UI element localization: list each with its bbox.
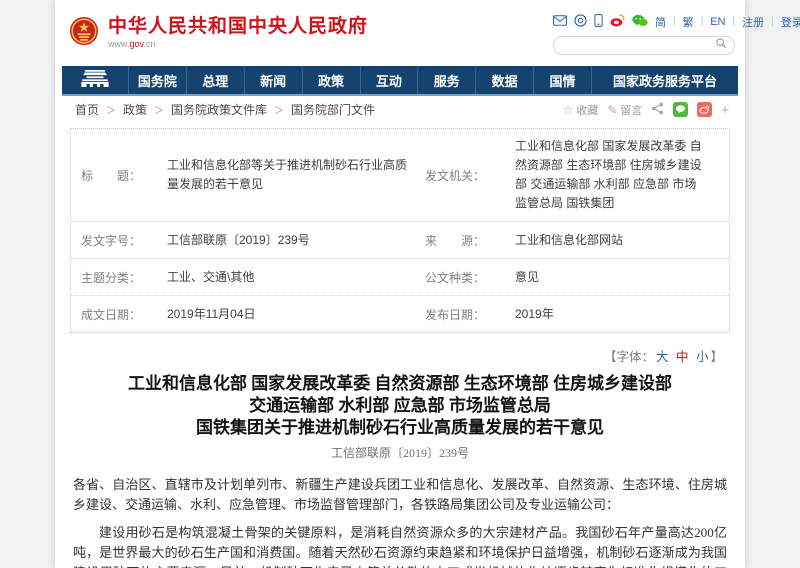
header-right: 简| 繁| EN| 注册| 登录	[553, 12, 735, 55]
lang-traditional-link[interactable]: 繁	[683, 14, 694, 30]
breadcrumb-separator: ＞	[106, 102, 116, 117]
divider: |	[673, 16, 676, 27]
breadcrumb-separator: ＞	[274, 102, 284, 117]
document-title-line2: 交通运输部 水利部 应急部 市场监管总局	[73, 395, 727, 417]
divider: |	[701, 16, 704, 27]
star-icon: ☆	[563, 103, 574, 117]
nav-item-data[interactable]: 数据	[475, 66, 533, 94]
site-identity: 中华人民共和国中央人民政府 www.gov.cn	[108, 17, 368, 49]
meta-row-doc-number: 发文字号： 工信部联原〔2019〕239号 来 源： 工业和信息化部网站	[71, 222, 729, 259]
site-url: www.gov.cn	[108, 39, 368, 49]
meta-label-written-date: 成文日期：	[81, 306, 167, 323]
divider: |	[733, 16, 736, 27]
font-selector-suffix: 】	[710, 350, 723, 364]
register-link[interactable]: 注册	[742, 14, 764, 30]
search-input[interactable]	[561, 38, 716, 52]
page-card: 中华人民共和国中央人民政府 www.gov.cn	[55, 0, 745, 568]
nav-item-state-council[interactable]: 国务院	[128, 66, 186, 94]
article-body: 工业和信息化部 国家发展改革委 自然资源部 生态环境部 住房城乡建设部 交通运输…	[73, 373, 727, 568]
paragraph-introduction: 建设用砂石是构筑混凝土骨架的关键原料，是消耗自然资源众多的大宗建材产品。我国砂石…	[73, 523, 727, 568]
nav-item-gov-service-platform[interactable]: 国家政务服务平台	[591, 66, 738, 94]
meta-value-written-date: 2019年11月04日	[167, 305, 425, 324]
breadcrumb-department-documents: 国务院部门文件	[291, 101, 375, 118]
breadcrumb-policy-library[interactable]: 国务院政策文件库	[171, 101, 267, 118]
tiananmen-icon	[78, 69, 112, 91]
site-header: 中华人民共和国中央人民政府 www.gov.cn	[55, 0, 745, 66]
lang-english-link[interactable]: EN	[710, 16, 725, 28]
site-title: 中华人民共和国中央人民政府	[108, 17, 368, 37]
meta-value-title: 工业和信息化部等关于推进机制砂石行业高质量发展的若干意见	[167, 156, 425, 194]
meta-value-issuing-agency: 工业和信息化部 国家发展改革委 自然资源部 生态环境部 住房城乡建设部 交通运输…	[515, 137, 719, 213]
document-title: 工业和信息化部 国家发展改革委 自然资源部 生态环境部 住房城乡建设部 交通运输…	[73, 373, 727, 439]
divider: |	[771, 16, 774, 27]
main-nav: 国务院 总理 新闻 政策 互动 服务 数据 国情 国家政务服务平台	[62, 66, 738, 96]
share-wechat-icon[interactable]	[673, 102, 688, 117]
search-box[interactable]	[553, 36, 735, 55]
share-icon[interactable]	[651, 102, 664, 118]
meta-row-dates: 成文日期： 2019年11月04日 发布日期： 2019年	[71, 296, 729, 332]
pencil-icon: ✎	[607, 103, 617, 117]
comment-button[interactable]: ✎留言	[607, 102, 642, 118]
meta-label-category: 主题分类：	[81, 269, 167, 286]
mobile-icon[interactable]	[594, 14, 603, 30]
meta-label-doc-type: 公文种类：	[425, 269, 515, 286]
font-size-selector: 【字体：大 中 小】	[77, 346, 723, 365]
font-size-small-button[interactable]: 小	[696, 350, 709, 364]
search-icon[interactable]	[716, 36, 727, 54]
font-selector-prefix: 【字体：	[604, 350, 654, 364]
meta-row-category: 主题分类： 工业、交通\其他 公文种类： 意见	[71, 259, 729, 296]
meta-row-title: 标 题： 工业和信息化部等关于推进机制砂石行业高质量发展的若干意见 发文机关： …	[71, 129, 729, 222]
mail-icon[interactable]	[553, 15, 567, 29]
meta-value-source: 工业和信息化部网站	[515, 231, 719, 250]
document-title-line3: 国铁集团关于推进机制砂石行业高质量发展的若干意见	[73, 417, 727, 439]
meta-label-publish-date: 发布日期：	[425, 306, 515, 323]
header-utility-row: 简| 繁| EN| 注册| 登录	[553, 14, 735, 30]
document-meta-table: 标 题： 工业和信息化部等关于推进机制砂石行业高质量发展的若干意见 发文机关： …	[70, 128, 730, 333]
weibo-icon[interactable]	[610, 14, 625, 30]
nav-item-policy[interactable]: 政策	[302, 66, 360, 94]
document-title-line1: 工业和信息化部 国家发展改革委 自然资源部 生态环境部 住房城乡建设部	[73, 373, 727, 395]
meta-value-doc-type: 意见	[515, 268, 719, 287]
wechat-icon[interactable]	[632, 14, 648, 30]
meta-value-doc-number: 工信部联原〔2019〕239号	[167, 231, 425, 250]
more-share-button[interactable]: +	[721, 102, 729, 117]
nav-item-news[interactable]: 新闻	[244, 66, 302, 94]
meta-value-publish-date: 2019年	[515, 305, 719, 324]
paragraph-addressees: 各省、自治区、直辖市及计划单列市、新疆生产建设兵团工业和信息化、发展改革、自然资…	[73, 475, 727, 515]
site-logo[interactable]: 中华人民共和国中央人民政府 www.gov.cn	[69, 16, 368, 51]
breadcrumb-home[interactable]: 首页	[75, 101, 99, 118]
breadcrumb-separator: ＞	[154, 102, 164, 117]
font-size-large-button[interactable]: 大	[656, 350, 669, 364]
nav-home[interactable]	[62, 66, 128, 94]
font-size-medium-button[interactable]: 中	[676, 350, 689, 364]
client-icon[interactable]	[574, 14, 587, 30]
breadcrumb: 首页 ＞ 政策 ＞ 国务院政策文件库 ＞ 国务院部门文件 ☆收藏 ✎留言 +	[55, 96, 745, 123]
nav-item-interaction[interactable]: 互动	[360, 66, 418, 94]
meta-label-source: 来 源：	[425, 232, 515, 249]
favorite-button[interactable]: ☆收藏	[563, 102, 599, 118]
national-emblem-icon	[69, 16, 99, 51]
nav-item-services[interactable]: 服务	[417, 66, 475, 94]
nav-item-national-conditions[interactable]: 国情	[533, 66, 591, 94]
page-actions: ☆收藏 ✎留言 +	[563, 102, 729, 118]
meta-label-doc-number: 发文字号：	[81, 232, 167, 249]
meta-label-title: 标 题：	[81, 167, 167, 184]
login-link[interactable]: 登录	[781, 14, 800, 30]
nav-item-premier[interactable]: 总理	[186, 66, 244, 94]
document-number: 工信部联原〔2019〕239号	[73, 444, 727, 461]
breadcrumb-policy[interactable]: 政策	[123, 101, 147, 118]
lang-simplified-link[interactable]: 简	[655, 14, 666, 30]
share-weibo-icon[interactable]	[697, 102, 712, 117]
meta-label-issuing-agency: 发文机关：	[425, 167, 515, 184]
meta-value-category: 工业、交通\其他	[167, 268, 425, 287]
